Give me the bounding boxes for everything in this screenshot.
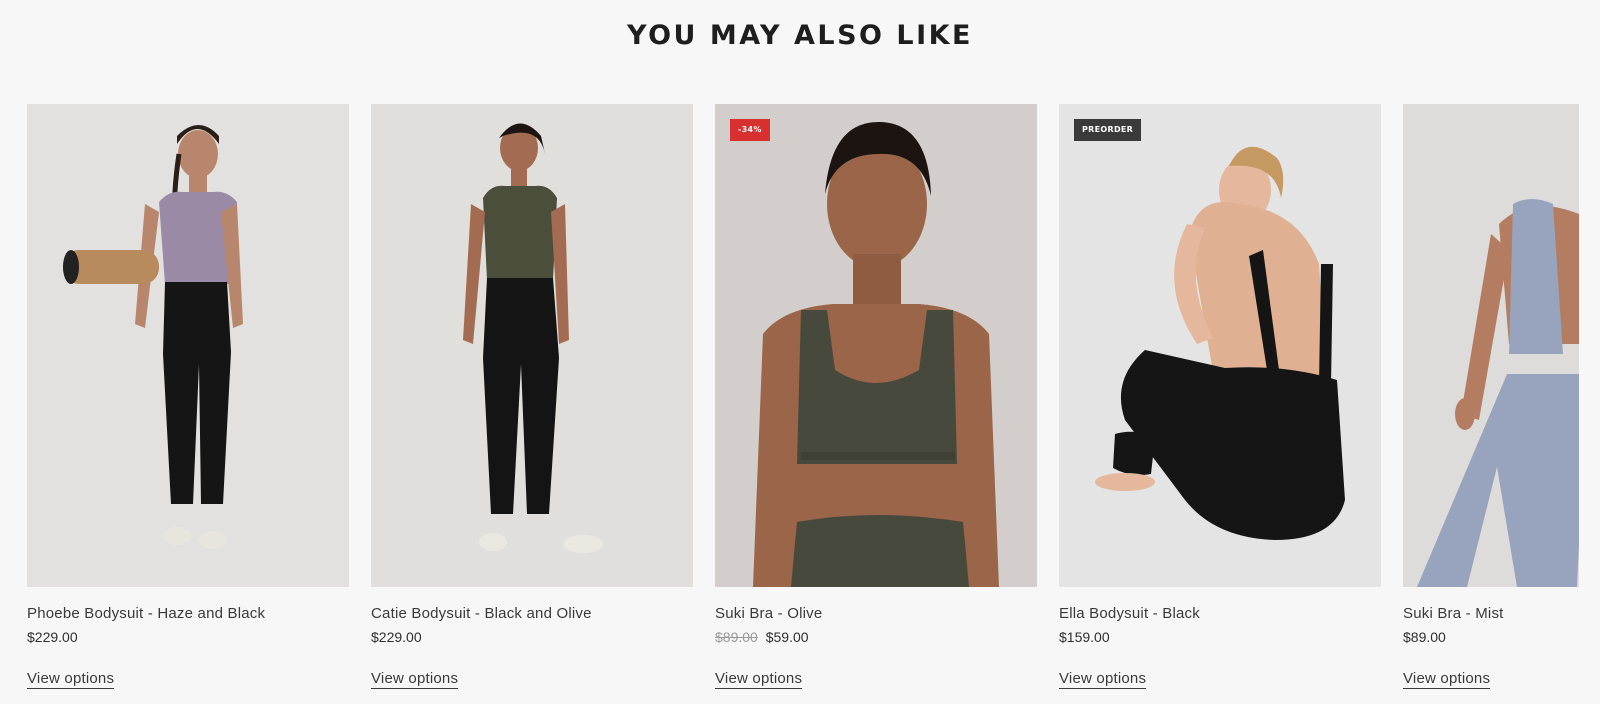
current-price: $89.00 [1403, 629, 1446, 645]
product-image[interactable] [371, 104, 693, 587]
product-title[interactable]: Catie Bodysuit - Black and Olive [371, 605, 693, 622]
product-image[interactable]: PREORDER [1059, 104, 1381, 587]
product-title[interactable]: Suki Bra - Olive [715, 605, 1037, 622]
current-price: $229.00 [27, 629, 78, 645]
product-title[interactable]: Suki Bra - Mist [1403, 605, 1579, 622]
product-card[interactable]: Catie Bodysuit - Black and Olive $229.00… [371, 104, 693, 689]
view-options-link[interactable]: View options [371, 670, 459, 689]
product-carousel[interactable]: Phoebe Bodysuit - Haze and Black $229.00… [0, 104, 1579, 704]
product-price: $89.00 $59.00 [715, 629, 1037, 645]
product-card[interactable]: Phoebe Bodysuit - Haze and Black $229.00… [27, 104, 349, 689]
product-card[interactable]: PREORDER Ella Bodysuit - Black $159.00 V… [1059, 104, 1381, 689]
product-image[interactable] [1403, 104, 1579, 587]
product-card[interactable]: -34% Suki Bra - Olive $89.00 $59.00 View… [715, 104, 1037, 689]
current-price: $159.00 [1059, 629, 1110, 645]
product-title[interactable]: Phoebe Bodysuit - Haze and Black [27, 605, 349, 622]
product-price: $159.00 [1059, 629, 1381, 645]
product-image[interactable] [27, 104, 349, 587]
current-price: $59.00 [765, 629, 809, 645]
original-price: $89.00 [715, 629, 758, 645]
product-price: $89.00 [1403, 629, 1579, 645]
section-title: YOU MAY ALSO LIKE [626, 20, 973, 51]
current-price: $229.00 [371, 629, 422, 645]
product-price: $229.00 [27, 629, 349, 645]
product-title[interactable]: Ella Bodysuit - Black [1059, 605, 1381, 622]
product-card[interactable]: Suki Bra - Mist $89.00 View options [1403, 104, 1579, 689]
view-options-link[interactable]: View options [715, 670, 803, 689]
discount-badge: -34% [730, 119, 770, 141]
product-price: $229.00 [371, 629, 693, 645]
view-options-link[interactable]: View options [27, 670, 115, 689]
view-options-link[interactable]: View options [1059, 670, 1147, 689]
product-image[interactable]: -34% [715, 104, 1037, 587]
preorder-badge: PREORDER [1074, 119, 1142, 141]
view-options-link[interactable]: View options [1403, 670, 1491, 689]
